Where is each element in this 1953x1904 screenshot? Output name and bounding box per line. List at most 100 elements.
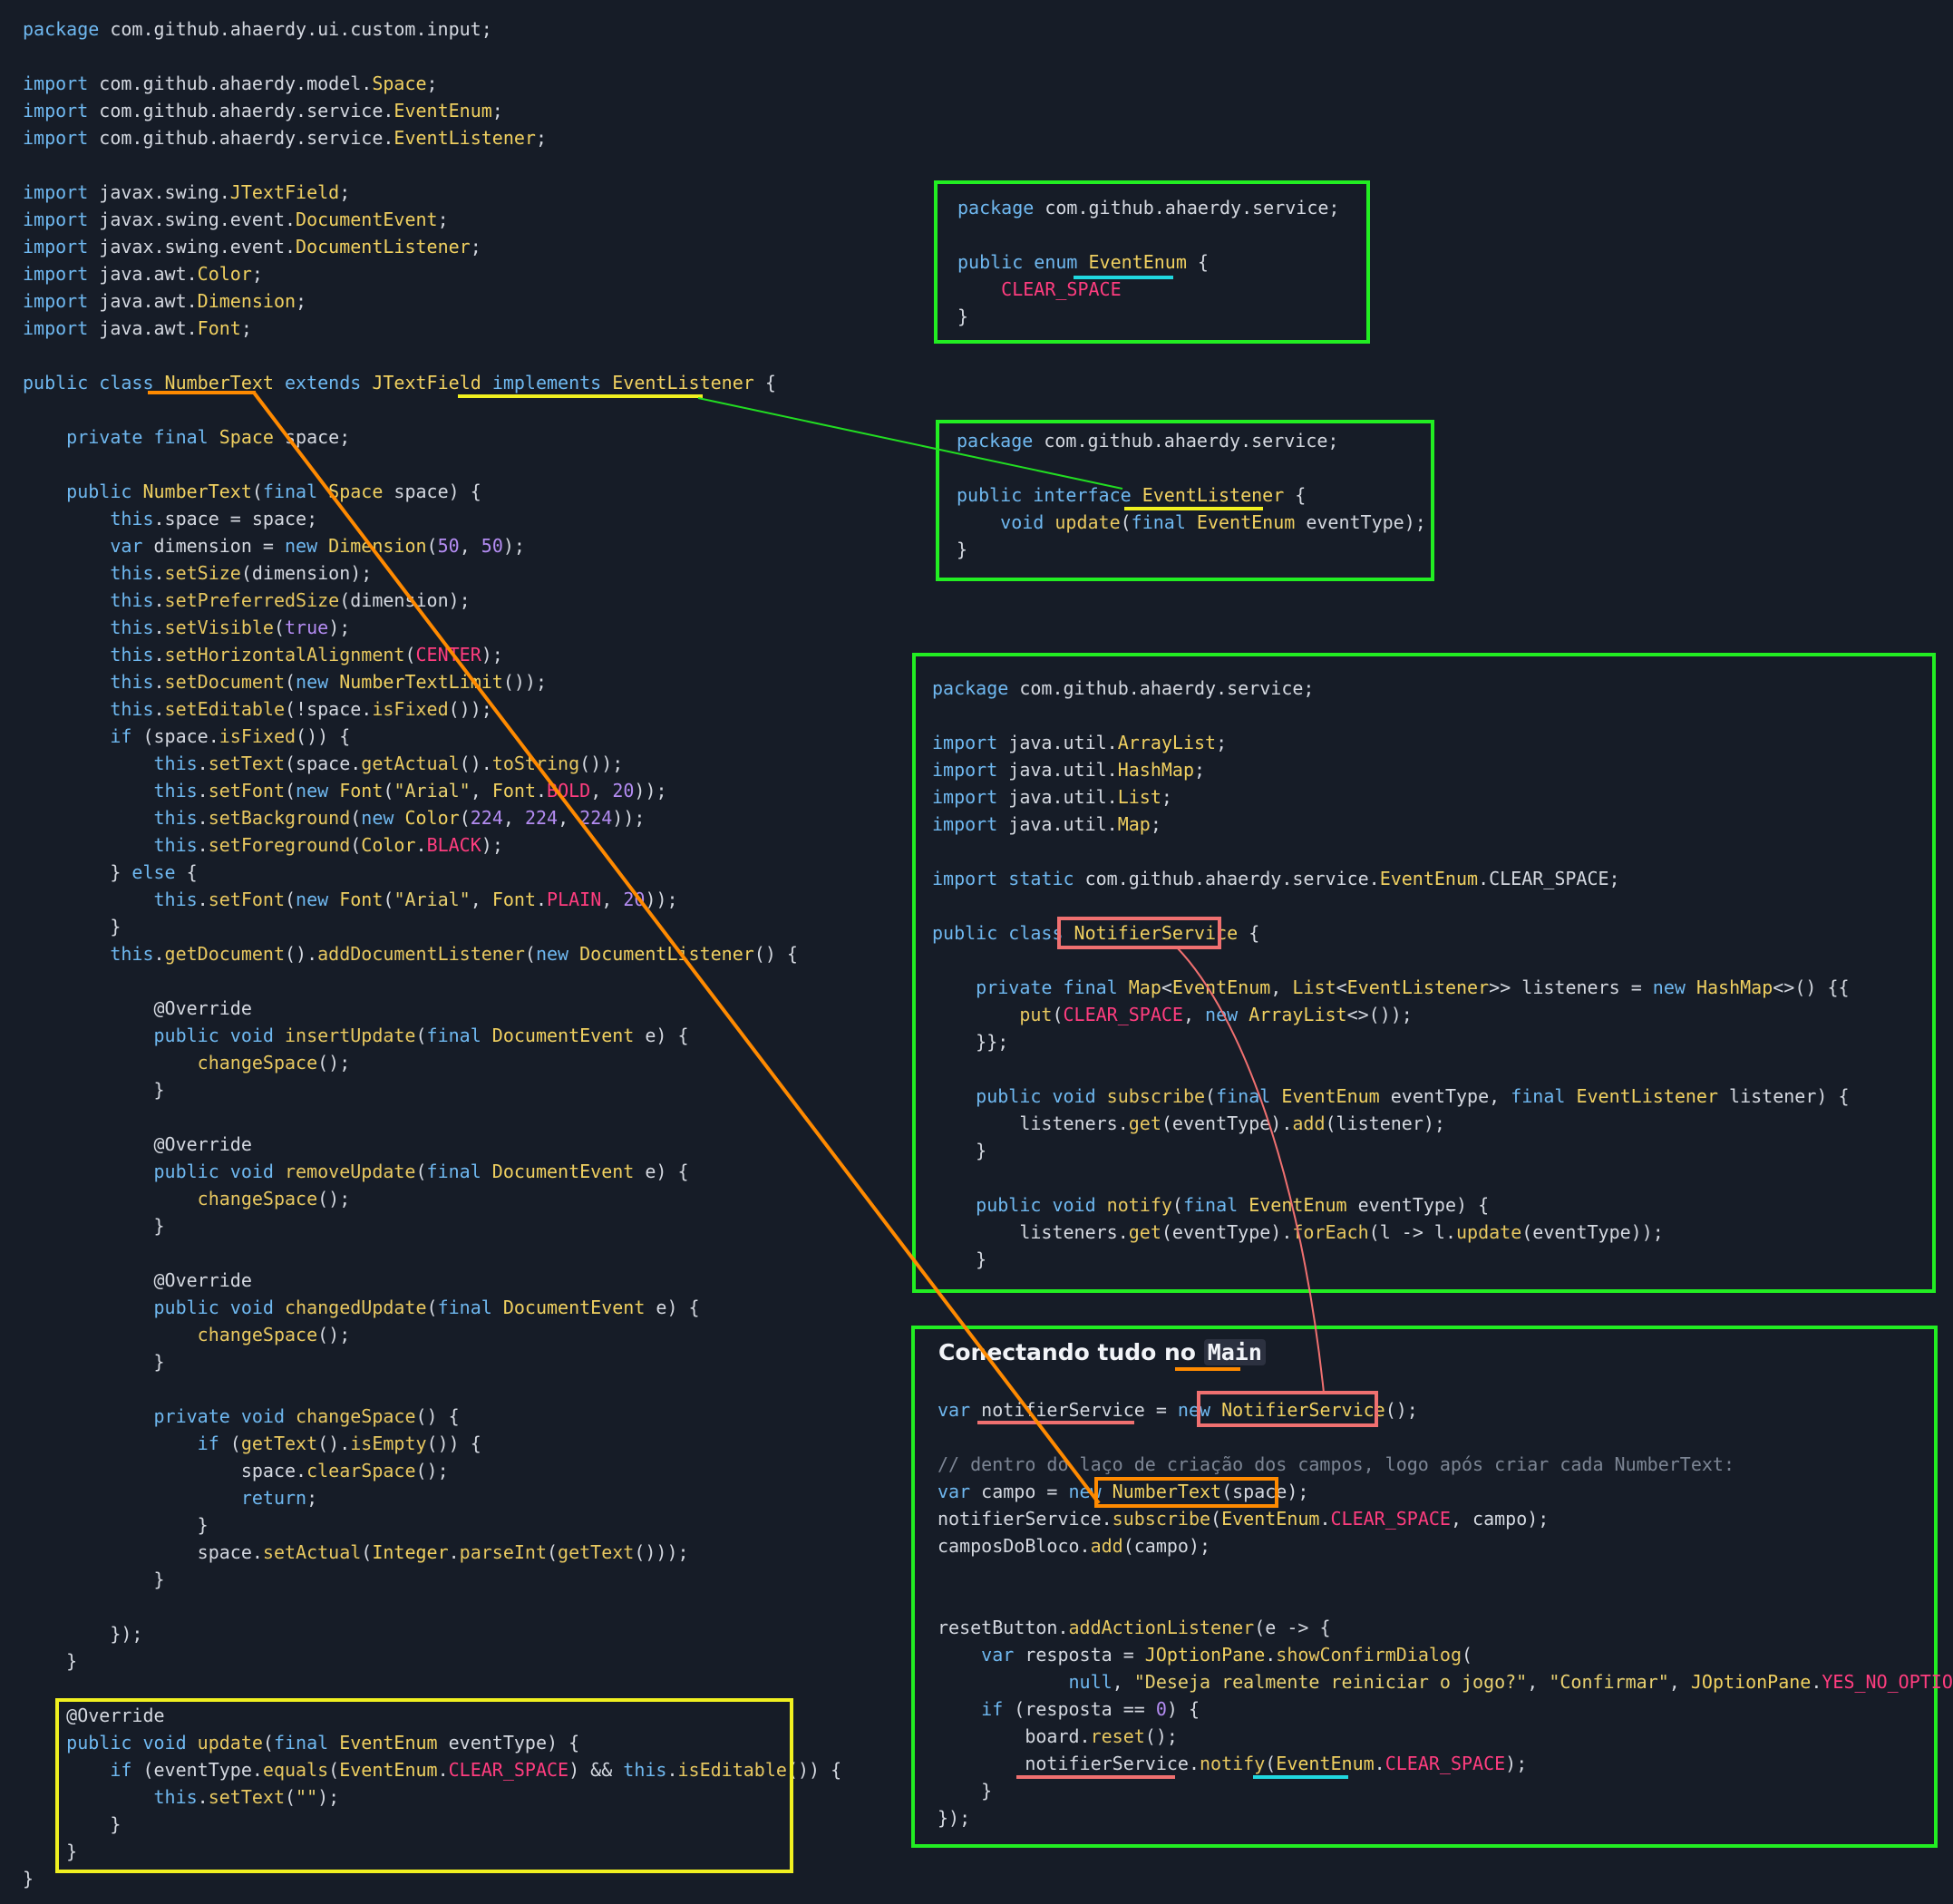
code-token: , bbox=[601, 889, 624, 910]
code-token: (); bbox=[317, 1324, 351, 1345]
code-token: , bbox=[1112, 1671, 1134, 1693]
code-token: this bbox=[23, 589, 154, 611]
code-token: getText bbox=[558, 1541, 635, 1563]
code-token: } bbox=[23, 1514, 209, 1536]
code-token: ; bbox=[1194, 759, 1206, 781]
code-token: ; bbox=[1150, 813, 1161, 835]
code-line: this.getDocument().addDocumentListener(n… bbox=[23, 940, 841, 967]
code-token: . bbox=[536, 780, 548, 801]
code-line: } bbox=[23, 1212, 841, 1239]
code-token: } bbox=[932, 1140, 987, 1161]
code-token: Font bbox=[339, 889, 384, 910]
code-line: } bbox=[23, 1647, 841, 1675]
code-token: DocumentEvent bbox=[491, 1161, 635, 1182]
code-token: import bbox=[23, 317, 100, 339]
code-token: ; bbox=[306, 1487, 318, 1509]
code-token: private final bbox=[932, 976, 1129, 998]
code-token: .CLEAR_SPACE; bbox=[1478, 868, 1620, 889]
code-line: changeSpace(); bbox=[23, 1049, 841, 1076]
code-token: import bbox=[23, 100, 100, 121]
code-line: var dimension = new Dimension(50, 50); bbox=[23, 532, 841, 559]
code-token: CLEAR_SPACE bbox=[957, 278, 1122, 300]
event-listener-code: package com.github.ahaerdy.service; publi… bbox=[957, 427, 1426, 563]
code-line: import java.util.HashMap; bbox=[932, 756, 1850, 783]
code-token: }); bbox=[23, 1623, 143, 1645]
code-token: ) { bbox=[1166, 1698, 1200, 1720]
code-token: ( bbox=[524, 943, 536, 965]
code-token: new bbox=[296, 780, 340, 801]
code-token: ; bbox=[470, 236, 481, 257]
code-token: e) { bbox=[634, 1161, 689, 1182]
code-token: import bbox=[23, 73, 100, 94]
code-token: implements bbox=[491, 372, 613, 393]
code-token: EventListener bbox=[1346, 976, 1490, 998]
code-token: import bbox=[23, 209, 100, 230]
code-line: @Override bbox=[23, 1131, 841, 1158]
code-token: update bbox=[1054, 511, 1121, 533]
code-line: package com.github.ahaerdy.service; bbox=[957, 194, 1339, 221]
code-token: new bbox=[535, 943, 580, 965]
code-line: import java.util.Map; bbox=[932, 811, 1850, 838]
code-token: } bbox=[23, 1569, 165, 1590]
code-token: this bbox=[23, 698, 154, 720]
code-token: (); bbox=[1144, 1725, 1178, 1747]
code-token: . bbox=[1374, 1753, 1385, 1774]
code-token: ); bbox=[502, 535, 525, 557]
code-line: this.setFont(new Font("Arial", Font.PLAI… bbox=[23, 886, 841, 913]
code-token: ( bbox=[229, 1433, 241, 1454]
code-token: import bbox=[23, 290, 100, 312]
code-token: NumberText bbox=[1112, 1481, 1222, 1502]
code-line: public interface EventListener { bbox=[957, 481, 1426, 509]
code-token: changeSpace bbox=[197, 1324, 318, 1345]
code-token: ( bbox=[1171, 1194, 1183, 1216]
code-token: (). bbox=[459, 753, 492, 774]
code-token: ); bbox=[481, 834, 503, 856]
code-token: ArrayList bbox=[1117, 732, 1217, 753]
code-token: } bbox=[938, 1780, 993, 1802]
code-token: showConfirmDialog bbox=[1276, 1644, 1462, 1666]
code-token: getActual bbox=[361, 753, 460, 774]
code-token: update bbox=[1456, 1221, 1522, 1243]
code-line: }); bbox=[23, 1620, 841, 1647]
code-line: camposDoBloco.add(campo); bbox=[938, 1532, 1953, 1559]
code-token: removeUpdate bbox=[284, 1161, 416, 1182]
code-token: public void bbox=[23, 1161, 285, 1182]
code-line: } else { bbox=[23, 859, 841, 886]
code-line: private final Space space; bbox=[23, 423, 841, 451]
code-line: public class NumberText extends JTextFie… bbox=[23, 369, 841, 396]
code-token: ( bbox=[415, 1025, 427, 1046]
code-token: YES_NO_OPTION bbox=[1822, 1671, 1953, 1693]
code-token: ; bbox=[535, 127, 547, 149]
code-token: resetButton. bbox=[938, 1617, 1069, 1638]
code-line: public void changedUpdate(final Document… bbox=[23, 1294, 841, 1321]
code-token: java.util. bbox=[1008, 813, 1118, 835]
main-heading: Conectando tudo no Main bbox=[938, 1339, 1266, 1365]
code-token: . bbox=[153, 698, 165, 720]
code-token: (space. bbox=[285, 753, 362, 774]
code-token: () { bbox=[415, 1405, 460, 1427]
code-token: JOptionPane bbox=[1690, 1671, 1812, 1693]
code-token: ( bbox=[285, 780, 296, 801]
code-line: changeSpace(); bbox=[23, 1321, 841, 1348]
code-token: new bbox=[1652, 976, 1696, 998]
code-token: ( bbox=[1120, 511, 1132, 533]
code-line: package com.github.ahaerdy.service; bbox=[932, 675, 1850, 702]
code-token: this bbox=[23, 562, 154, 584]
code-line: }}; bbox=[932, 1028, 1850, 1055]
code-token: , bbox=[1668, 1671, 1691, 1693]
code-token: final bbox=[1182, 1194, 1249, 1216]
code-token: 224 bbox=[579, 807, 613, 829]
code-token: space. bbox=[23, 1460, 307, 1481]
main-heading-text: Conectando tudo no bbox=[938, 1339, 1204, 1365]
code-line: } bbox=[23, 1348, 841, 1375]
code-token: HashMap bbox=[1696, 976, 1773, 998]
code-line: } bbox=[957, 303, 1339, 330]
code-token: }}; bbox=[932, 1031, 1009, 1053]
code-token: listeners. bbox=[932, 1221, 1129, 1243]
code-line: board.reset(); bbox=[938, 1723, 1953, 1750]
code-line: this.setVisible(true); bbox=[23, 614, 841, 641]
